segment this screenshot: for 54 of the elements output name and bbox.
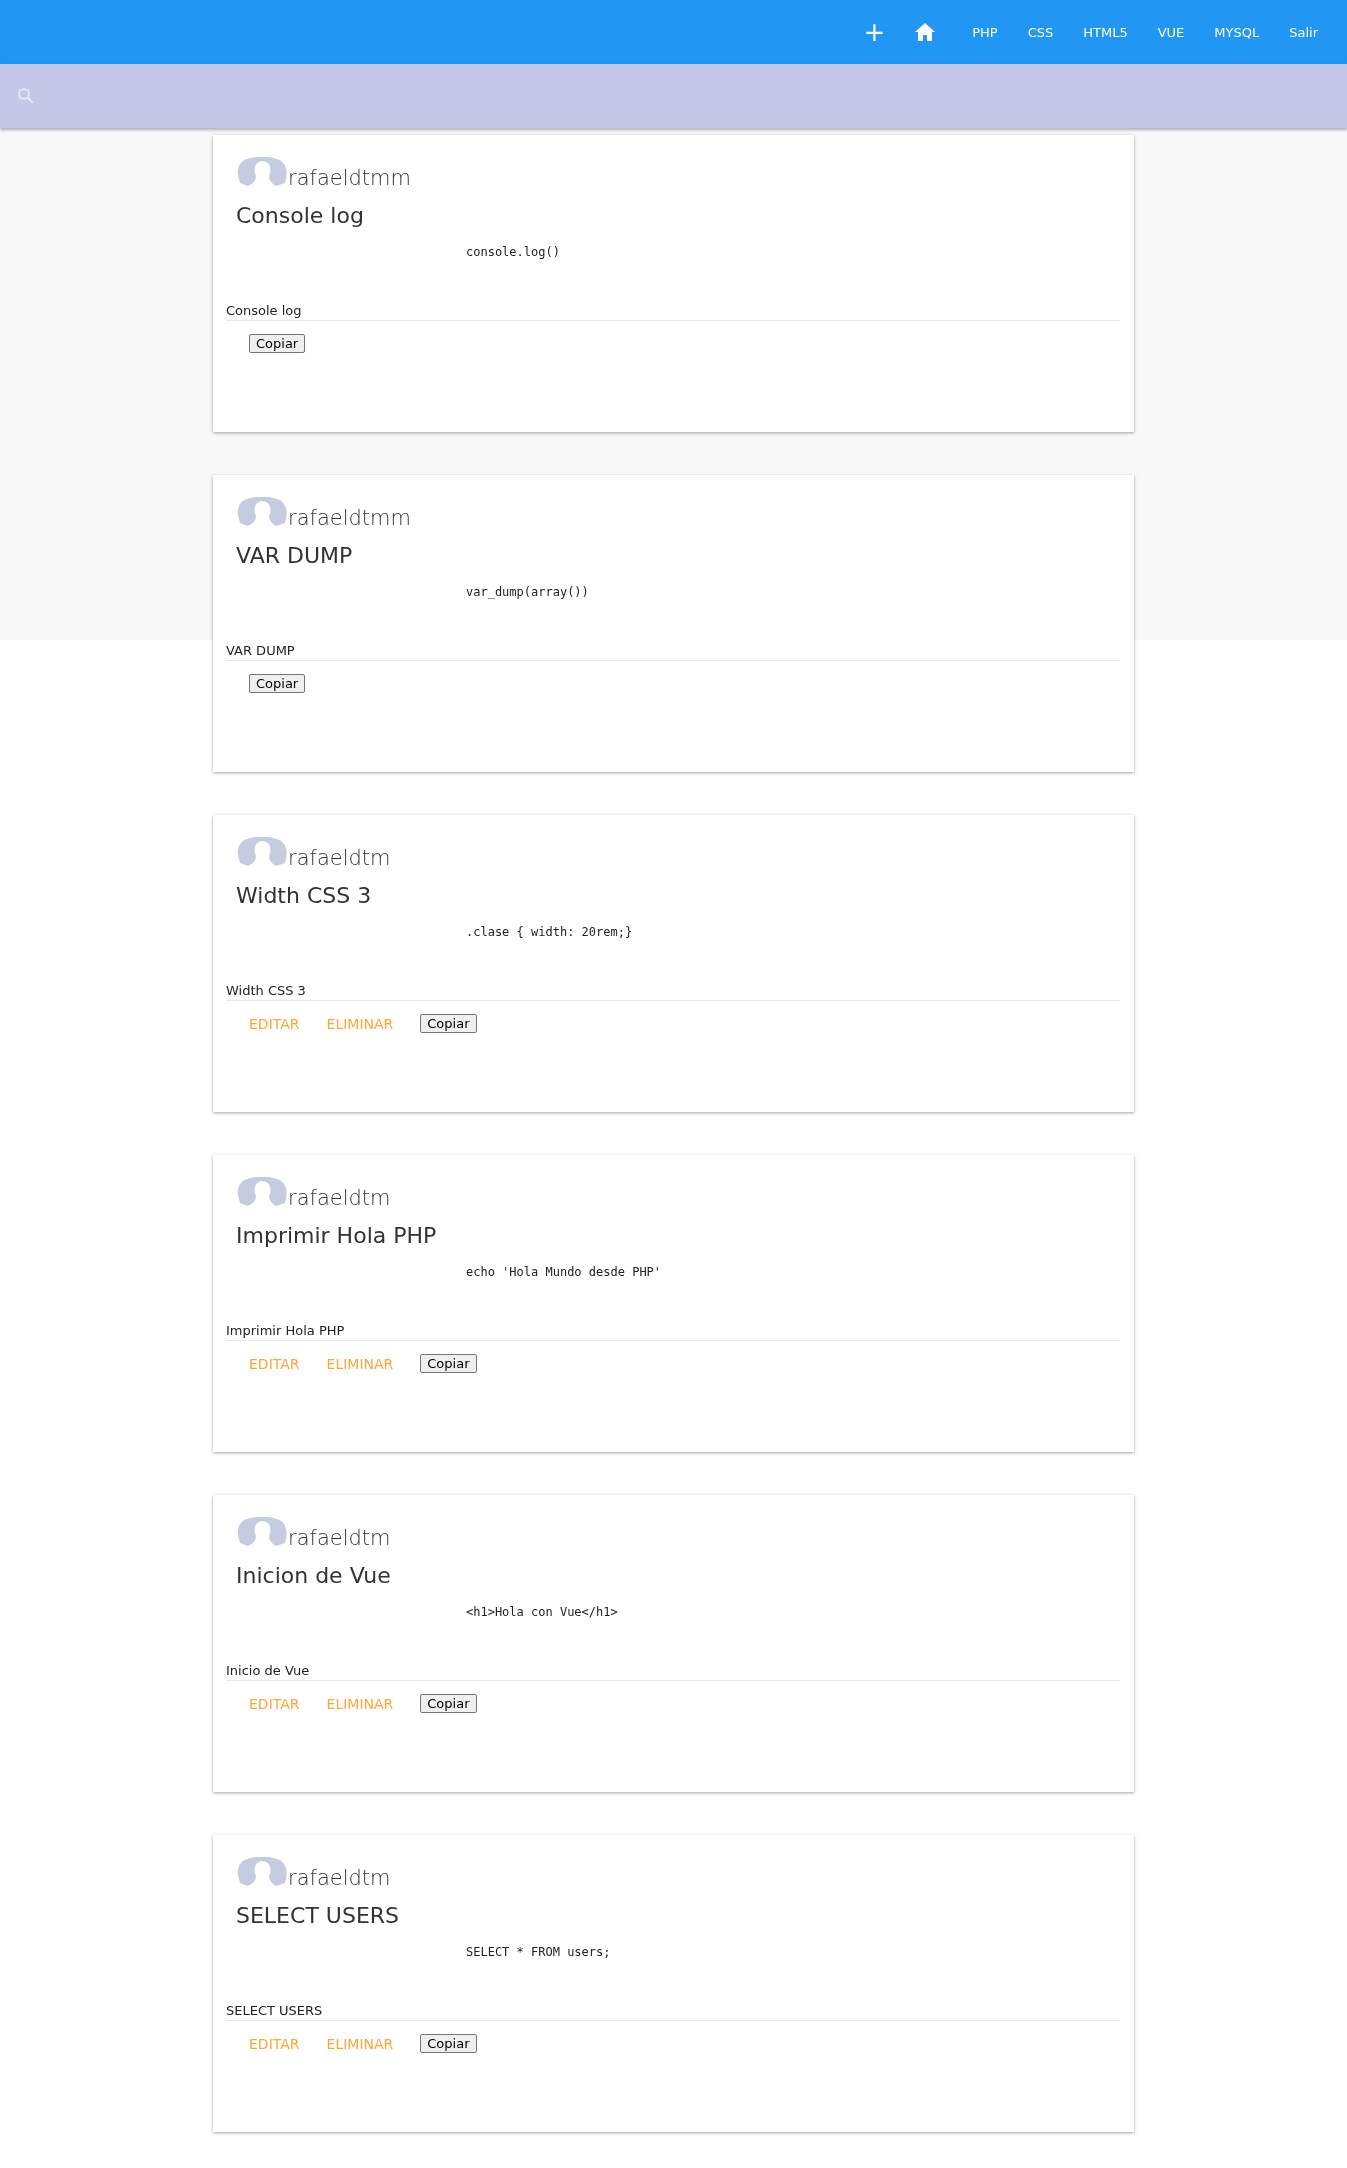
snippet-description: Width CSS 3 (226, 983, 1120, 1002)
snippet-title: Console log (236, 203, 365, 230)
username: rafaeldtm (288, 848, 391, 869)
username: rafaeldtmm (288, 508, 411, 529)
action-link[interactable]: EDITAR (249, 2035, 300, 2052)
search-icon[interactable] (17, 87, 35, 105)
username: rafaeldtmm (288, 168, 411, 189)
nav-link[interactable]: HTML5 (1068, 24, 1143, 40)
copy-button[interactable]: Copiar (249, 674, 306, 694)
code-text: var_dump(array()) (466, 585, 590, 600)
action-link[interactable]: EDITAR (249, 1355, 300, 1372)
nav-link[interactable]: CSS (1012, 24, 1069, 40)
action-link[interactable]: ELIMINAR (326, 1695, 394, 1712)
snippet-title: SELECT USERS (236, 1903, 401, 1930)
copy-button[interactable]: Copiar (420, 1014, 477, 1034)
snippet-description: Inicio de Vue (226, 1663, 1120, 1682)
snippet-description: Console log (226, 303, 1120, 322)
copy-button[interactable]: Copiar (420, 1354, 477, 1374)
nav-link[interactable]: Salir (1274, 24, 1333, 40)
nav-link[interactable]: MYSQL (1199, 24, 1275, 40)
avatar-icon (236, 1177, 288, 1207)
username: rafaeldtm (288, 1528, 391, 1549)
avatar-icon (236, 157, 288, 187)
snippet-title: Inicion de Vue (236, 1563, 392, 1590)
avatar-icon (236, 497, 288, 527)
snippet-description: Imprimir Hola PHP (226, 1323, 1120, 1342)
action-link[interactable]: EDITAR (249, 1695, 300, 1712)
code-text: echo 'Hola Mundo desde PHP' (466, 1265, 663, 1280)
avatar-icon (236, 1857, 288, 1887)
snippet-title: Imprimir Hola PHP (236, 1223, 438, 1250)
nav-link[interactable]: VUE (1142, 24, 1200, 40)
action-link[interactable]: EDITAR (249, 1015, 300, 1032)
code-text: <h1>Hola con Vue</h1> (466, 1605, 619, 1620)
username: rafaeldtm (288, 1868, 391, 1889)
avatar-icon (236, 837, 288, 867)
code-text: console.log() (466, 245, 561, 260)
copy-button[interactable]: Copiar (420, 2034, 477, 2054)
snippet-title: Width CSS 3 (236, 883, 373, 910)
copy-button[interactable]: Copiar (249, 334, 306, 354)
search-bar[interactable] (0, 64, 1347, 128)
action-link[interactable]: ELIMINAR (326, 1015, 394, 1032)
username: rafaeldtm (288, 1188, 391, 1209)
code-text: .clase { width: 20rem;} (466, 925, 634, 940)
code-text: SELECT * FROM users; (466, 1945, 612, 1960)
nav-link[interactable]: PHP (957, 24, 1013, 40)
snippet-description: VAR DUMP (226, 643, 1120, 662)
action-link[interactable]: ELIMINAR (326, 2035, 394, 2052)
snippet-title: VAR DUMP (236, 543, 354, 570)
snippet-description: SELECT USERS (226, 2003, 1120, 2022)
add-button[interactable]: + (841, 19, 908, 45)
action-link[interactable]: ELIMINAR (326, 1355, 394, 1372)
home-icon[interactable] (915, 23, 936, 41)
copy-button[interactable]: Copiar (420, 1694, 477, 1714)
avatar-icon (236, 1517, 288, 1547)
